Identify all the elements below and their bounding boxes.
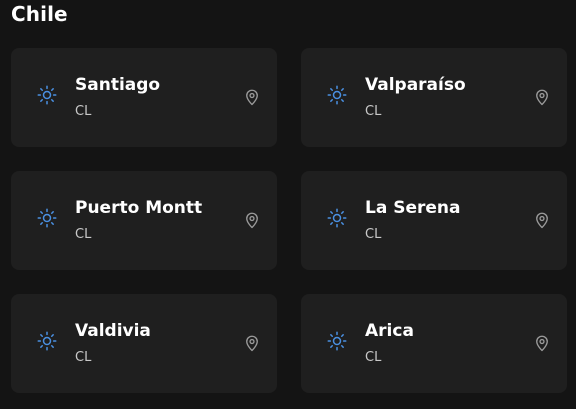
city-card-valdivia[interactable]: Valdivia CL (11, 294, 277, 393)
map-pin-icon[interactable] (243, 333, 261, 353)
city-name: La Serena (365, 198, 461, 218)
map-pin-icon[interactable] (533, 333, 551, 353)
sun-icon (37, 331, 57, 351)
city-card-santiago[interactable]: Santiago CL (11, 48, 277, 147)
city-card-puerto-montt[interactable]: Puerto Montt CL (11, 171, 277, 270)
sun-icon (327, 85, 347, 105)
city-card-la-serena[interactable]: La Serena CL (301, 171, 567, 270)
country-code: CL (75, 350, 92, 365)
sun-icon (37, 208, 57, 228)
city-name: Valdivia (75, 321, 151, 341)
map-pin-icon[interactable] (243, 210, 261, 230)
page-title: Chile (11, 2, 68, 26)
sun-icon (327, 208, 347, 228)
country-code: CL (75, 104, 92, 119)
sun-icon (37, 85, 57, 105)
city-card-arica[interactable]: Arica CL (301, 294, 567, 393)
country-code: CL (365, 227, 382, 242)
map-pin-icon[interactable] (243, 87, 261, 107)
city-grid: Santiago CL Valparaíso CL Puerto Montt C… (11, 48, 567, 393)
city-name: Puerto Montt (75, 198, 203, 218)
map-pin-icon[interactable] (533, 87, 551, 107)
sun-icon (327, 331, 347, 351)
city-card-valparaiso[interactable]: Valparaíso CL (301, 48, 567, 147)
country-code: CL (365, 104, 382, 119)
country-code: CL (365, 350, 382, 365)
map-pin-icon[interactable] (533, 210, 551, 230)
country-code: CL (75, 227, 92, 242)
city-name: Valparaíso (365, 75, 466, 95)
city-name: Arica (365, 321, 414, 341)
city-name: Santiago (75, 75, 161, 95)
